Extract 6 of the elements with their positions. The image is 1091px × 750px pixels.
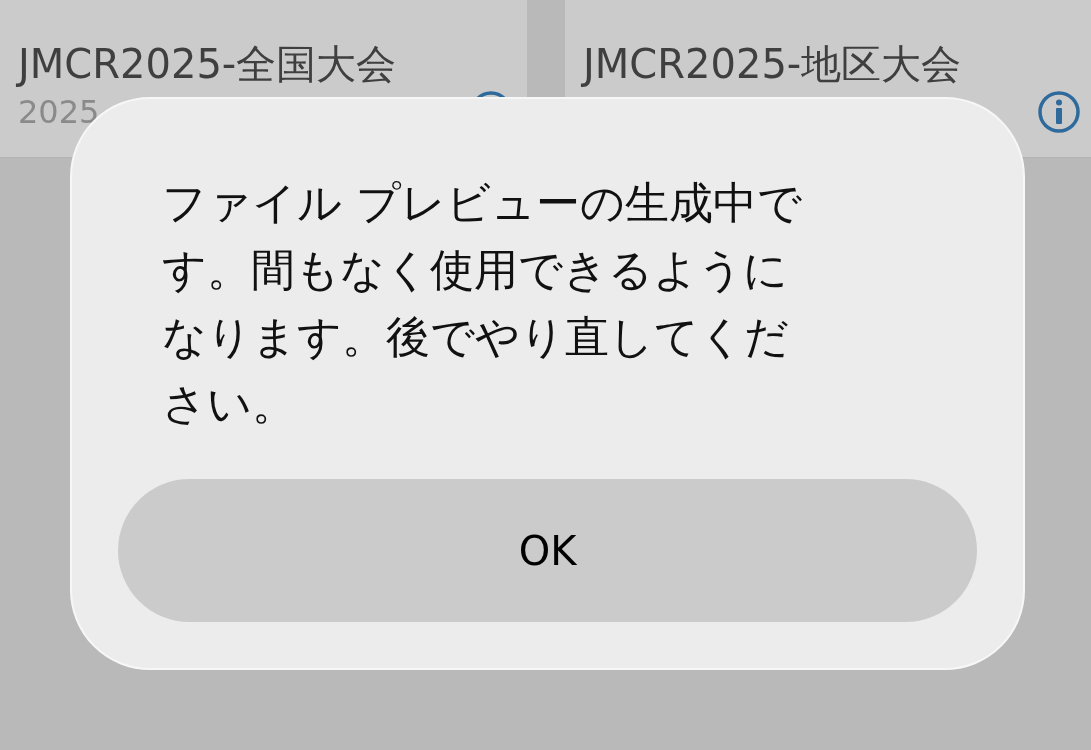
file-date: 2025 — [18, 92, 101, 133]
ok-button[interactable]: OK — [118, 479, 977, 622]
file-title: JMCR2025-全国大会 — [18, 40, 398, 88]
alert-message: ファイル プレビューの生成中です。間もなく使用できるようになります。後でやり直してください。 — [162, 176, 803, 431]
file-title: JMCR2025-地区大会 — [583, 40, 963, 88]
info-icon[interactable] — [1037, 90, 1081, 134]
